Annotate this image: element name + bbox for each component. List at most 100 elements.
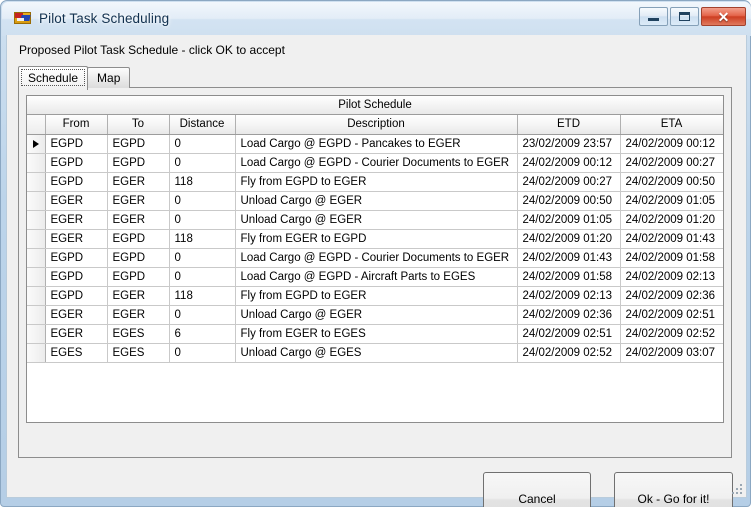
- cell-description[interactable]: Load Cargo @ EGPD - Courier Documents to…: [235, 153, 518, 173]
- title-bar[interactable]: Pilot Task Scheduling ✕: [1, 1, 751, 35]
- cell-etd[interactable]: 23/02/2009 23:57: [517, 134, 621, 154]
- cell-etd[interactable]: 24/02/2009 01:58: [517, 267, 621, 287]
- cancel-button[interactable]: Cancel: [483, 472, 591, 507]
- cell-description[interactable]: Unload Cargo @ EGER: [235, 191, 518, 211]
- row-selector-cell[interactable]: [27, 229, 46, 249]
- table-row[interactable]: EGPD EGPD 0 Load Cargo @ EGPD - Courier Doc…: [27, 153, 723, 173]
- schedule-grid[interactable]: Pilot Schedule From To Distance Descript…: [26, 95, 724, 423]
- cell-description[interactable]: Load Cargo @ EGPD - Courier Documents to…: [235, 248, 518, 268]
- cell-to[interactable]: EGER: [107, 305, 170, 325]
- cell-from[interactable]: EGPD: [45, 134, 108, 154]
- cell-from[interactable]: EGPD: [45, 172, 108, 192]
- row-selector-cell[interactable]: [27, 134, 46, 154]
- column-header-eta[interactable]: ETA: [620, 115, 723, 135]
- cell-etd[interactable]: 24/02/2009 01:20: [517, 229, 621, 249]
- cell-distance[interactable]: 0: [169, 134, 236, 154]
- cell-distance[interactable]: 118: [169, 172, 236, 192]
- cell-to[interactable]: EGES: [107, 324, 170, 344]
- cell-to[interactable]: EGER: [107, 172, 170, 192]
- table-row[interactable]: EGER EGES 6 Fly from EGER to EGES 24/02/2009…: [27, 324, 723, 344]
- cell-from[interactable]: EGPD: [45, 267, 108, 287]
- cell-distance[interactable]: 6: [169, 324, 236, 344]
- cell-eta[interactable]: 24/02/2009 02:51: [620, 305, 723, 325]
- table-row[interactable]: EGPD EGER 118 Fly from EGPD to EGER 24/02/20…: [27, 172, 723, 192]
- cell-from[interactable]: EGER: [45, 324, 108, 344]
- cell-distance[interactable]: 0: [169, 191, 236, 211]
- cell-description[interactable]: Fly from EGPD to EGER: [235, 286, 518, 306]
- cell-distance[interactable]: 0: [169, 267, 236, 287]
- cell-eta[interactable]: 24/02/2009 01:58: [620, 248, 723, 268]
- cell-description[interactable]: Load Cargo @ EGPD - Pancakes to EGER: [235, 134, 518, 154]
- cell-distance[interactable]: 0: [169, 248, 236, 268]
- cell-eta[interactable]: 24/02/2009 02:36: [620, 286, 723, 306]
- row-selector-cell[interactable]: [27, 248, 46, 268]
- cell-etd[interactable]: 24/02/2009 00:50: [517, 191, 621, 211]
- cell-etd[interactable]: 24/02/2009 01:43: [517, 248, 621, 268]
- cell-distance[interactable]: 0: [169, 153, 236, 173]
- tab-map[interactable]: Map: [87, 67, 131, 88]
- row-selector-cell[interactable]: [27, 267, 46, 287]
- cell-eta[interactable]: 24/02/2009 01:20: [620, 210, 723, 230]
- cell-eta[interactable]: 24/02/2009 02:52: [620, 324, 723, 344]
- row-selector-cell[interactable]: [27, 305, 46, 325]
- cell-eta[interactable]: 24/02/2009 01:43: [620, 229, 723, 249]
- cell-etd[interactable]: 24/02/2009 01:05: [517, 210, 621, 230]
- cell-description[interactable]: Unload Cargo @ EGES: [235, 343, 518, 363]
- cell-description[interactable]: Fly from EGPD to EGER: [235, 172, 518, 192]
- cell-description[interactable]: Load Cargo @ EGPD - Aircraft Parts to EG…: [235, 267, 518, 287]
- cell-etd[interactable]: 24/02/2009 02:13: [517, 286, 621, 306]
- table-row[interactable]: EGPD EGPD 0 Load Cargo @ EGPD - Pancakes to…: [27, 134, 723, 154]
- cell-from[interactable]: EGPD: [45, 286, 108, 306]
- cell-etd[interactable]: 24/02/2009 00:12: [517, 153, 621, 173]
- cell-etd[interactable]: 24/02/2009 02:52: [517, 343, 621, 363]
- maximize-button[interactable]: [670, 7, 699, 26]
- close-button[interactable]: ✕: [701, 7, 746, 26]
- cell-eta[interactable]: 24/02/2009 00:27: [620, 153, 723, 173]
- column-header-distance[interactable]: Distance: [169, 115, 236, 135]
- row-selector-cell[interactable]: [27, 343, 46, 363]
- cell-to[interactable]: EGPD: [107, 229, 170, 249]
- cell-eta[interactable]: 24/02/2009 03:07: [620, 343, 723, 363]
- table-row[interactable]: EGER EGER 0 Unload Cargo @ EGER 24/02/2009 0…: [27, 305, 723, 325]
- column-header-description[interactable]: Description: [235, 115, 518, 135]
- cell-from[interactable]: EGER: [45, 191, 108, 211]
- table-row[interactable]: EGER EGER 0 Unload Cargo @ EGER 24/02/2009 0…: [27, 191, 723, 211]
- cell-eta[interactable]: 24/02/2009 00:12: [620, 134, 723, 154]
- table-row[interactable]: EGPD EGER 118 Fly from EGPD to EGER 24/02/20…: [27, 286, 723, 306]
- cell-distance[interactable]: 118: [169, 286, 236, 306]
- cell-to[interactable]: EGER: [107, 191, 170, 211]
- tab-schedule[interactable]: Schedule: [18, 66, 89, 90]
- row-selector-cell[interactable]: [27, 172, 46, 192]
- minimize-button[interactable]: [639, 7, 668, 26]
- cell-etd[interactable]: 24/02/2009 02:51: [517, 324, 621, 344]
- column-header-etd[interactable]: ETD: [517, 115, 621, 135]
- cell-to[interactable]: EGPD: [107, 248, 170, 268]
- cell-distance[interactable]: 118: [169, 229, 236, 249]
- resize-grip-icon[interactable]: [729, 481, 742, 494]
- cell-from[interactable]: EGES: [45, 343, 108, 363]
- cell-description[interactable]: Unload Cargo @ EGER: [235, 210, 518, 230]
- table-row[interactable]: EGES EGES 0 Unload Cargo @ EGES 24/02/2009 0…: [27, 343, 723, 363]
- cell-eta[interactable]: 24/02/2009 02:13: [620, 267, 723, 287]
- cell-to[interactable]: EGPD: [107, 134, 170, 154]
- row-selector-cell[interactable]: [27, 286, 46, 306]
- cell-to[interactable]: EGES: [107, 343, 170, 363]
- ok-button[interactable]: Ok - Go for it!: [614, 472, 733, 507]
- cell-distance[interactable]: 0: [169, 305, 236, 325]
- cell-to[interactable]: EGER: [107, 210, 170, 230]
- cell-description[interactable]: Fly from EGER to EGPD: [235, 229, 518, 249]
- column-header-from[interactable]: From: [45, 115, 108, 135]
- cell-to[interactable]: EGER: [107, 286, 170, 306]
- cell-etd[interactable]: 24/02/2009 02:36: [517, 305, 621, 325]
- cell-from[interactable]: EGER: [45, 229, 108, 249]
- table-row[interactable]: EGPD EGPD 0 Load Cargo @ EGPD - Courier Doc…: [27, 248, 723, 268]
- cell-from[interactable]: EGPD: [45, 248, 108, 268]
- cell-from[interactable]: EGPD: [45, 153, 108, 173]
- row-selector-cell[interactable]: [27, 153, 46, 173]
- table-row[interactable]: EGER EGPD 118 Fly from EGER to EGPD 24/02/20…: [27, 229, 723, 249]
- cell-eta[interactable]: 24/02/2009 01:05: [620, 191, 723, 211]
- column-header-to[interactable]: To: [107, 115, 170, 135]
- cell-distance[interactable]: 0: [169, 210, 236, 230]
- cell-description[interactable]: Unload Cargo @ EGER: [235, 305, 518, 325]
- cell-description[interactable]: Fly from EGER to EGES: [235, 324, 518, 344]
